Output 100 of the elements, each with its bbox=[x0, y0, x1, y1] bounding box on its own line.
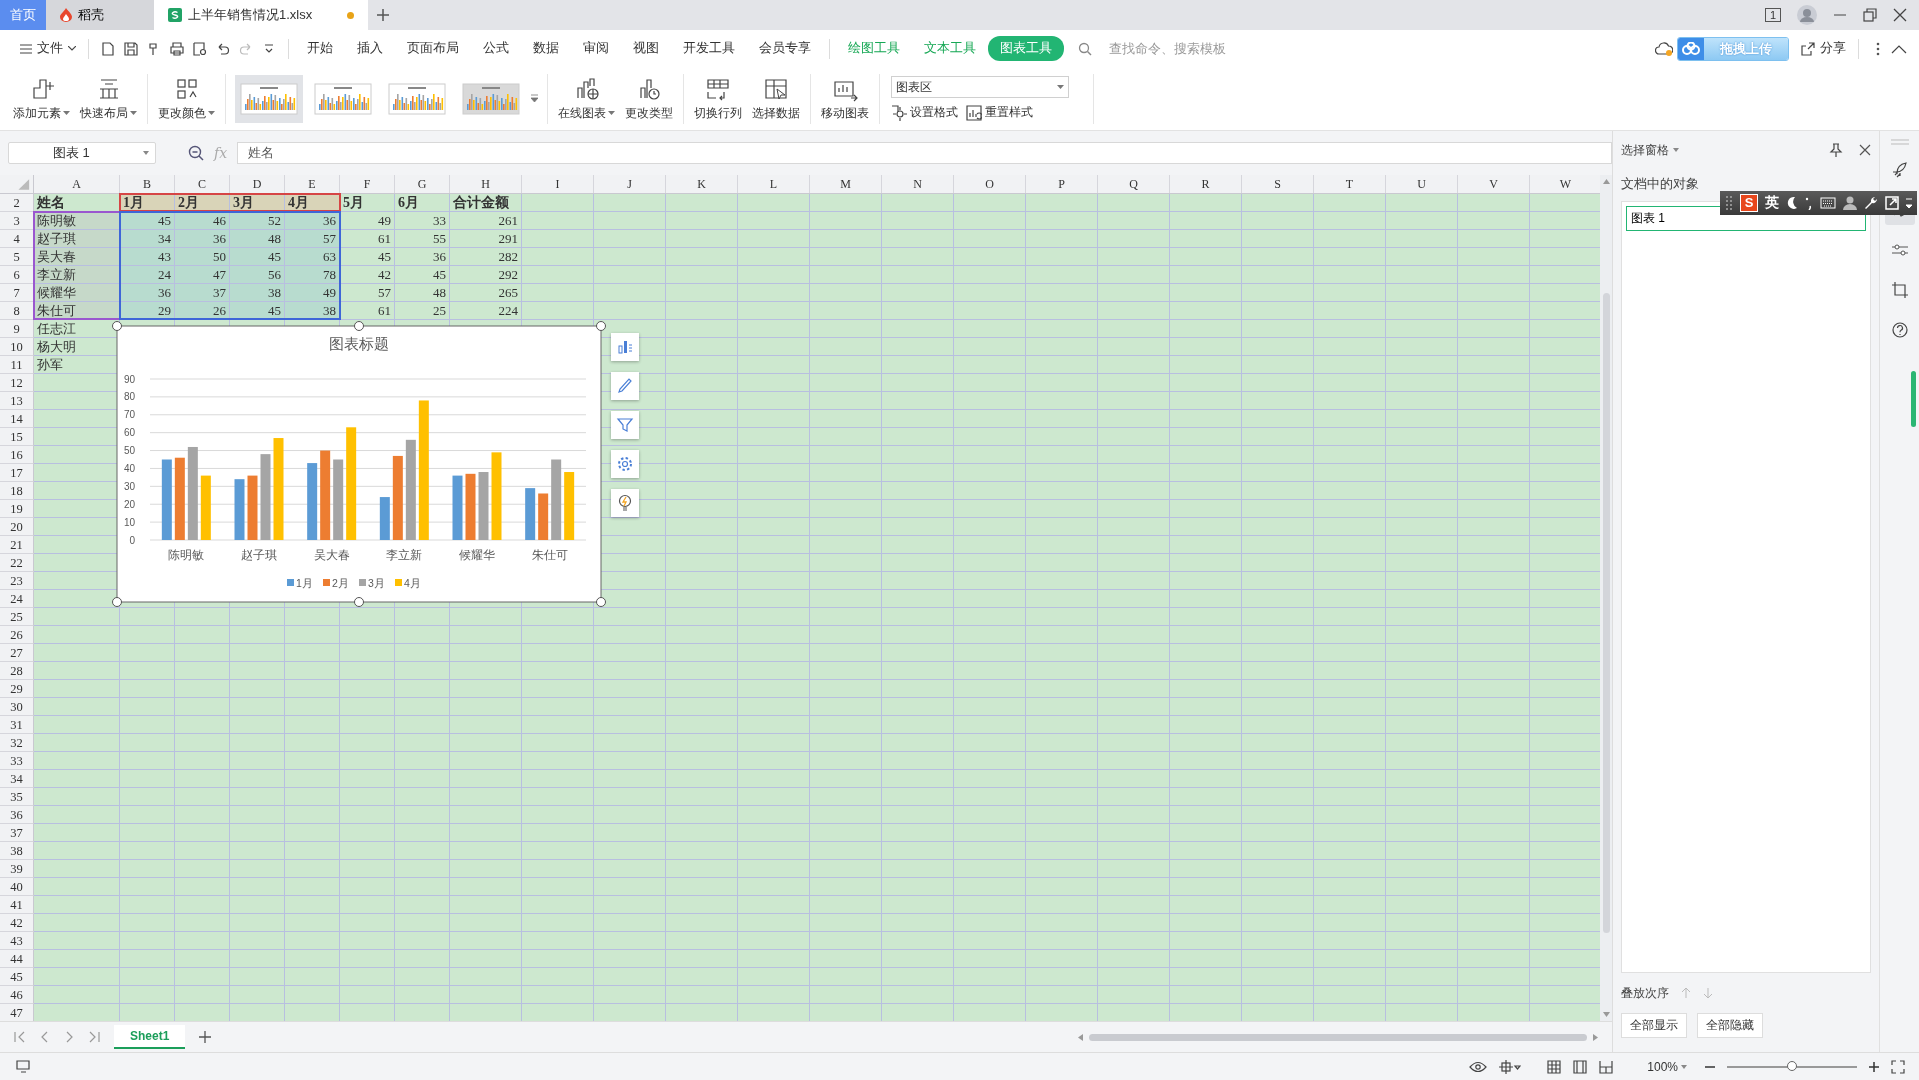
window-count-badge[interactable]: 1 bbox=[1764, 8, 1781, 22]
column-header[interactable]: U bbox=[1386, 174, 1458, 193]
legend-item: 3月 bbox=[359, 576, 385, 589]
ime-logo[interactable]: S bbox=[1740, 194, 1758, 212]
axis-tick-label: 50 bbox=[123, 444, 135, 456]
table-cell: 224 bbox=[450, 301, 522, 320]
ribbon-button[interactable]: 快速布局 bbox=[75, 73, 142, 124]
table-cell: 45 bbox=[340, 247, 395, 266]
menu-tab[interactable]: 开发工具 bbox=[671, 36, 747, 62]
pane-button[interactable]: 全部显示 bbox=[1621, 1013, 1687, 1039]
table-cell: 55 bbox=[395, 229, 450, 248]
legend-item: 4月 bbox=[395, 576, 421, 589]
table-cell: 265 bbox=[450, 283, 522, 302]
table-cell: 25 bbox=[395, 301, 450, 320]
legend-item: 2月 bbox=[323, 576, 349, 589]
axis-tick-label: 90 bbox=[123, 373, 135, 385]
table-cell: 45 bbox=[395, 265, 450, 284]
ribbon-small-button[interactable]: 设置格式 bbox=[891, 104, 958, 122]
zoom-level[interactable]: 100% bbox=[1641, 1058, 1693, 1075]
column-header[interactable]: O bbox=[954, 174, 1026, 193]
table-cell: 姓名 bbox=[34, 193, 120, 212]
column-header[interactable]: P bbox=[1026, 174, 1098, 193]
axis-tick-label: 20 bbox=[123, 498, 135, 510]
column-header[interactable]: H bbox=[450, 174, 522, 193]
menu-tab[interactable]: 会员专享 bbox=[747, 36, 823, 62]
name-box[interactable]: 图表 1 bbox=[8, 142, 156, 165]
column-header[interactable]: V bbox=[1458, 174, 1530, 193]
column-header[interactable]: E bbox=[285, 174, 340, 193]
table-cell: 282 bbox=[450, 247, 522, 266]
axis-tick-label: 30 bbox=[123, 480, 135, 492]
legend-label: 1月 bbox=[296, 576, 313, 589]
column-header[interactable]: N bbox=[882, 174, 954, 193]
table-cell: 6月 bbox=[395, 193, 450, 212]
category-label: 候耀华 bbox=[459, 548, 495, 561]
axis-tick-label: 80 bbox=[123, 391, 135, 403]
menu-tab[interactable]: 审阅 bbox=[571, 36, 621, 62]
axis-tick-label: 40 bbox=[123, 462, 135, 474]
ribbon-button[interactable]: 更改颜色 bbox=[153, 73, 220, 124]
ribbon-button[interactable]: 选择数据 bbox=[747, 73, 805, 124]
column-header[interactable]: G bbox=[395, 174, 450, 193]
ribbon-button[interactable]: 在线图表 bbox=[553, 73, 620, 124]
legend-label: 2月 bbox=[332, 576, 349, 589]
ribbon-small-button[interactable]: 重置样式 bbox=[966, 104, 1033, 122]
table-cell: 合计金额 bbox=[450, 193, 522, 212]
share-button[interactable]: 分享 bbox=[1795, 37, 1852, 61]
table-cell: 48 bbox=[395, 283, 450, 302]
menu-tab[interactable]: 数据 bbox=[521, 36, 571, 62]
column-header[interactable]: Q bbox=[1098, 174, 1170, 193]
order-label: 叠放次序 bbox=[1621, 984, 1669, 1002]
chart-title: 图表标题 bbox=[329, 334, 389, 352]
app-tab[interactable]: 稻壳 bbox=[46, 0, 154, 30]
ribbon-button[interactable]: 添加元素 bbox=[8, 73, 75, 124]
table-cell: 33 bbox=[395, 211, 450, 230]
file-menu[interactable]: 文件 bbox=[14, 37, 82, 61]
category-label: 赵子琪 bbox=[241, 548, 277, 561]
table-cell: 42 bbox=[340, 265, 395, 284]
pane-button[interactable]: 全部隐藏 bbox=[1697, 1013, 1763, 1039]
category-label: 李立新 bbox=[386, 548, 423, 561]
column-header[interactable]: C bbox=[175, 174, 230, 193]
legend-label: 3月 bbox=[368, 576, 385, 589]
ribbon-button[interactable]: 移动图表 bbox=[816, 73, 874, 124]
axis-tick-label: 60 bbox=[123, 427, 135, 438]
ribbon-button[interactable]: 切换行列 bbox=[689, 73, 747, 124]
search-field[interactable]: 查找命令、搜索模板 bbox=[1107, 40, 1241, 57]
axis-tick-label: 70 bbox=[123, 409, 135, 421]
column-header[interactable]: A bbox=[34, 174, 120, 193]
column-header[interactable]: I bbox=[522, 174, 594, 193]
table-cell: 49 bbox=[340, 211, 395, 230]
column-header[interactable]: M bbox=[810, 174, 882, 193]
column-header[interactable]: B bbox=[120, 174, 175, 193]
doc-tab[interactable]: 上半年销售情况1.xlsx bbox=[154, 0, 368, 30]
formula-field[interactable]: 姓名 bbox=[237, 142, 1612, 165]
column-header[interactable]: K bbox=[666, 174, 738, 193]
pane-heading: 文档中的对象 bbox=[1621, 175, 1700, 194]
table-cell: 57 bbox=[340, 283, 395, 302]
column-header[interactable]: D bbox=[230, 174, 285, 193]
menu-tab[interactable]: 页面布局 bbox=[395, 36, 471, 62]
column-header[interactable]: R bbox=[1170, 174, 1242, 193]
column-header[interactable]: T bbox=[1314, 174, 1386, 193]
legend-item: 1月 bbox=[287, 576, 313, 589]
menu-tab[interactable]: 视图 bbox=[621, 36, 671, 62]
ribbon-button[interactable]: 更改类型 bbox=[620, 73, 678, 124]
column-header[interactable]: F bbox=[340, 174, 395, 193]
menu-tab[interactable]: 插入 bbox=[345, 36, 395, 62]
legend-label: 4月 bbox=[404, 576, 421, 589]
axis-tick-label: 0 bbox=[129, 534, 135, 546]
table-cell: 61 bbox=[340, 229, 395, 248]
table-cell: 292 bbox=[450, 265, 522, 284]
category-label: 陈明敏 bbox=[168, 548, 205, 561]
chart-element-dropdown[interactable]: 图表区 bbox=[891, 76, 1069, 99]
table-cell: 36 bbox=[395, 247, 450, 266]
column-header[interactable]: S bbox=[1242, 174, 1314, 193]
menu-tab[interactable]: 公式 bbox=[471, 36, 521, 62]
table-cell: 61 bbox=[340, 301, 395, 320]
column-header[interactable]: L bbox=[738, 174, 810, 193]
menu-tab[interactable]: 开始 bbox=[295, 36, 345, 62]
axis-tick-label: 10 bbox=[123, 516, 135, 528]
table-cell: 261 bbox=[450, 211, 522, 230]
pane-title[interactable]: 选择窗格 bbox=[1621, 141, 1669, 159]
column-header[interactable]: J bbox=[594, 174, 666, 193]
